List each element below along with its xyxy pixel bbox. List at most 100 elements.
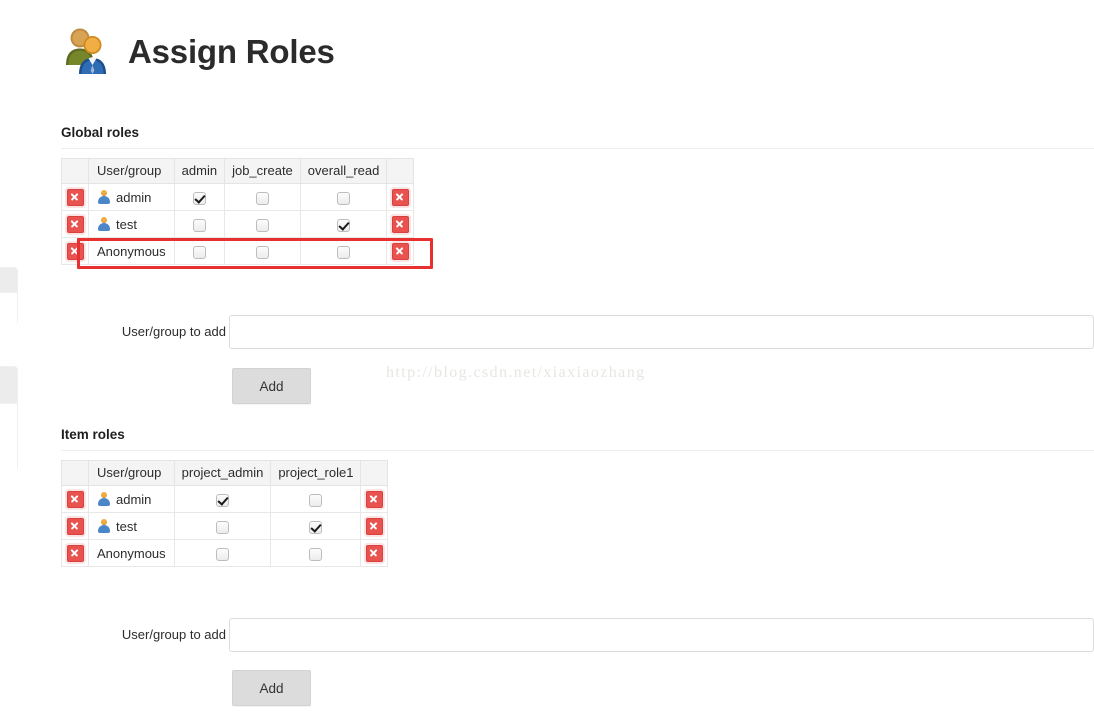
permission-checkbox-project-role1[interactable]: [309, 547, 323, 561]
usergroup-name: Anonymous: [97, 545, 166, 561]
global-roles-table: User/group admin job_create overall_read…: [61, 158, 415, 265]
permission-cell-job-create: [224, 237, 301, 265]
delete-cell-right: [360, 539, 389, 567]
permission-cell-admin: [173, 210, 226, 238]
global-roles-table-wrapper: User/group admin job_create overall_read…: [61, 158, 415, 265]
item-add-button-row: Add: [232, 670, 311, 706]
global-roles-header-row: User/group admin job_create overall_read: [61, 158, 415, 184]
gutter-header-left: [61, 460, 89, 486]
permission-cell-overall-read: [299, 183, 388, 211]
delete-cell-right: [386, 237, 415, 265]
permission-cell-job-create: [224, 183, 301, 211]
table-row: test: [61, 210, 415, 238]
permission-checkbox-overall-read[interactable]: [337, 218, 351, 232]
page-header: Assign Roles: [62, 25, 335, 77]
item-add-user-input[interactable]: [229, 618, 1094, 652]
person-icon: [97, 217, 110, 231]
permission-cell-job-create: [224, 210, 301, 238]
global-roles-heading: Global roles: [61, 125, 140, 140]
delete-cell-right: [360, 512, 389, 540]
table-row: admin: [61, 183, 415, 211]
delete-icon[interactable]: [365, 544, 383, 562]
delete-icon[interactable]: [365, 490, 383, 508]
gutter-header-right: [386, 158, 415, 184]
permission-cell-overall-read: [299, 210, 388, 238]
users-group-icon: [62, 25, 114, 77]
left-edge-panel-1-header: [0, 268, 17, 293]
permission-checkbox-job-create[interactable]: [255, 191, 269, 205]
global-col-overall-read: overall_read: [299, 158, 388, 184]
gutter-header-right: [360, 460, 389, 486]
global-add-button-row: Add: [232, 368, 311, 404]
delete-icon[interactable]: [66, 188, 84, 206]
delete-icon[interactable]: [391, 188, 409, 206]
delete-icon[interactable]: [66, 517, 84, 535]
usergroup-name: admin: [116, 491, 152, 507]
delete-cell-left: [61, 512, 89, 540]
permission-cell-project-role1: [270, 512, 362, 540]
permission-checkbox-project-role1[interactable]: [309, 520, 323, 534]
table-row: Anonymous: [61, 539, 389, 567]
left-edge-panel-2-header: [0, 367, 17, 404]
permission-cell-overall-read: [299, 237, 388, 265]
permission-checkbox-project-admin[interactable]: [215, 493, 229, 507]
global-add-user-input[interactable]: [229, 315, 1094, 349]
item-roles-table: User/group project_admin project_role1 a…: [61, 460, 389, 567]
permission-checkbox-overall-read[interactable]: [337, 245, 351, 259]
permission-checkbox-overall-read[interactable]: [337, 191, 351, 205]
permission-cell-admin: [173, 183, 226, 211]
delete-cell-right: [386, 210, 415, 238]
global-add-button[interactable]: Add: [232, 368, 311, 404]
delete-cell-left: [61, 210, 89, 238]
table-row: test: [61, 512, 389, 540]
item-roles-header-row: User/group project_admin project_role1: [61, 460, 389, 486]
permission-checkbox-admin[interactable]: [192, 245, 206, 259]
left-edge-panel-1-body: [0, 293, 17, 325]
delete-icon[interactable]: [365, 517, 383, 535]
usergroup-name: test: [116, 518, 137, 534]
person-icon: [97, 190, 110, 204]
permission-cell-project-role1: [270, 539, 362, 567]
usergroup-name-cell: test: [88, 512, 175, 540]
item-add-button[interactable]: Add: [232, 670, 311, 706]
delete-cell-left: [61, 539, 89, 567]
delete-icon[interactable]: [66, 490, 84, 508]
usergroup-name-cell: test: [88, 210, 175, 238]
usergroup-name-cell: Anonymous: [88, 237, 175, 265]
permission-checkbox-project-role1[interactable]: [309, 493, 323, 507]
item-add-user-row: User/group to add: [61, 618, 1094, 652]
usergroup-name: admin: [116, 189, 152, 205]
item-roles-heading: Item roles: [61, 427, 125, 442]
delete-cell-right: [360, 485, 389, 513]
delete-cell-left: [61, 485, 89, 513]
delete-icon[interactable]: [66, 242, 84, 260]
permission-checkbox-job-create[interactable]: [255, 218, 269, 232]
permission-cell-project-role1: [270, 485, 362, 513]
usergroup-name-cell: Anonymous: [88, 539, 175, 567]
usergroup-name: test: [116, 216, 137, 232]
global-col-admin: admin: [173, 158, 226, 184]
table-row: Anonymous: [61, 237, 415, 265]
global-add-user-label: User/group to add: [121, 324, 226, 339]
permission-checkbox-project-admin[interactable]: [215, 520, 229, 534]
usergroup-name: Anonymous: [97, 243, 166, 259]
usergroup-name-cell: admin: [88, 485, 175, 513]
permission-checkbox-project-admin[interactable]: [215, 547, 229, 561]
delete-icon[interactable]: [391, 215, 409, 233]
page-title: Assign Roles: [128, 32, 335, 70]
person-icon: [97, 492, 110, 506]
permission-checkbox-job-create[interactable]: [255, 245, 269, 259]
delete-icon[interactable]: [66, 215, 84, 233]
gutter-header-left: [61, 158, 89, 184]
table-row: admin: [61, 485, 389, 513]
permission-checkbox-admin[interactable]: [192, 218, 206, 232]
permission-checkbox-admin[interactable]: [192, 191, 206, 205]
delete-icon[interactable]: [391, 242, 409, 260]
watermark-text: http://blog.csdn.net/xiaxiaozhang: [386, 364, 646, 381]
item-add-user-label: User/group to add: [121, 627, 226, 642]
left-edge-panel-1: [0, 267, 18, 325]
global-col-usergroup: User/group: [88, 158, 175, 184]
delete-icon[interactable]: [66, 544, 84, 562]
delete-cell-right: [386, 183, 415, 211]
item-col-usergroup: User/group: [88, 460, 175, 486]
